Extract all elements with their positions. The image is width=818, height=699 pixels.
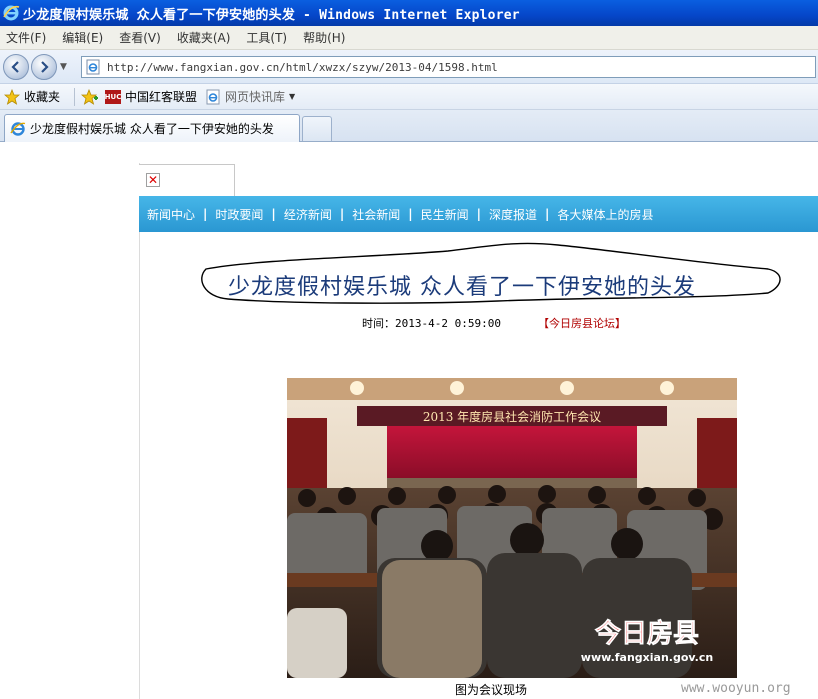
nav-news-center[interactable]: 新闻中心	[147, 206, 195, 223]
internet-explorer-icon	[3, 5, 20, 21]
conference-photo-image: 2013 年度房县社会消防工作会议 今日房县 www.fangxian.gov.…	[287, 378, 737, 678]
nav-society[interactable]: 社会新闻	[352, 206, 400, 223]
nav-separator: |	[545, 207, 550, 221]
address-bar[interactable]: http://www.fangxian.gov.cn/html/xwzx/szy…	[81, 56, 816, 78]
tab-current[interactable]: 少龙度假村娱乐城 众人看了一下伊安她的头发	[4, 114, 300, 142]
web-slice-gallery-label: 网页快讯库	[225, 90, 286, 104]
menu-favorites[interactable]: 收藏夹(A)	[169, 29, 239, 46]
forward-button[interactable]	[31, 54, 57, 80]
arrow-right-icon	[41, 61, 49, 73]
site-nav-bar: 新闻中心 | 时政要闻 | 经济新闻 | 社会新闻 | 民生新闻 | 深度报道 …	[139, 196, 818, 232]
nav-livelihood[interactable]: 民生新闻	[421, 206, 469, 223]
nav-in-depth[interactable]: 深度报道	[489, 206, 537, 223]
publish-date: 时间：2013-4-2 0:59:00	[362, 317, 501, 330]
nav-economy[interactable]: 经济新闻	[284, 206, 332, 223]
article-photo: 2013 年度房县社会消防工作会议 今日房县 www.fangxian.gov.…	[287, 378, 737, 678]
tab-title: 少龙度假村娱乐城 众人看了一下伊安她的头发	[30, 122, 274, 136]
web-slice-gallery-link[interactable]: 网页快讯库 ▼	[205, 88, 295, 105]
tab-strip: 少龙度假村娱乐城 众人看了一下伊安她的头发	[0, 110, 818, 142]
nav-separator: |	[476, 207, 482, 221]
headline-block: 少龙度假村娱乐城 众人看了一下伊安她的头发	[198, 239, 784, 305]
favorite-link-huc[interactable]: HUC 中国红客联盟	[105, 88, 197, 105]
nav-separator: |	[271, 207, 276, 221]
broken-image-placeholder: ✕	[139, 164, 235, 196]
nav-politics[interactable]: 时政要闻	[215, 206, 263, 223]
page-content: ✕ 新闻中心 | 时政要闻 | 经济新闻 | 社会新闻 | 民生新闻 | 深度报…	[0, 143, 818, 699]
favorite-link-huc-label: 中国红客联盟	[125, 90, 198, 104]
ie-page-icon	[205, 89, 221, 105]
article-meta: 时间：2013-4-2 0:59:00 【今日房县论坛】	[362, 315, 626, 331]
photo-logo-text: 今日房县	[595, 618, 699, 649]
window-title-bar: 少龙度假村娱乐城 众人看了一下伊安她的头发 - Windows Internet…	[0, 0, 818, 26]
ie-tab-icon	[10, 121, 26, 136]
broken-image-icon: ✕	[146, 173, 160, 187]
add-favorite-icon[interactable]	[81, 88, 99, 105]
menu-edit[interactable]: 编辑(E)	[54, 29, 111, 46]
menu-help[interactable]: 帮助(H)	[295, 29, 353, 46]
address-url[interactable]: http://www.fangxian.gov.cn/html/xwzx/szy…	[107, 61, 498, 74]
chevron-down-icon: ▼	[289, 92, 296, 101]
huc-logo-icon: HUC	[105, 89, 121, 104]
meeting-banner-text: 2013 年度房县社会消防工作会议	[423, 409, 601, 424]
navigation-bar: ▼ http://www.fangxian.gov.cn/html/xwzx/s…	[0, 50, 818, 84]
favorites-button[interactable]: 收藏夹	[4, 88, 60, 105]
nav-separator: |	[203, 207, 208, 221]
page-icon	[86, 59, 100, 75]
back-button[interactable]	[3, 54, 29, 80]
photo-caption: 图为会议现场	[455, 683, 528, 697]
new-tab-button[interactable]	[302, 116, 332, 141]
window-title: 少龙度假村娱乐城 众人看了一下伊安她的头发 - Windows Internet…	[23, 7, 520, 23]
favorites-bar: 收藏夹 HUC 中国红客联盟 网页快讯库 ▼	[0, 84, 818, 110]
star-icon	[4, 88, 20, 105]
photo-logo-url: www.fangxian.gov.cn	[581, 651, 713, 664]
nav-separator: |	[339, 207, 345, 221]
recent-pages-dropdown-icon[interactable]: ▼	[60, 62, 67, 72]
menu-view[interactable]: 查看(V)	[111, 29, 169, 46]
nav-separator: |	[408, 207, 413, 221]
favorites-separator	[74, 87, 76, 106]
nav-media-coverage[interactable]: 各大媒体上的房县	[557, 206, 653, 223]
menu-file[interactable]: 文件(F)	[0, 29, 54, 46]
article-headline: 少龙度假村娱乐城 众人看了一下伊安她的头发	[228, 275, 696, 300]
watermark: www.wooyun.org	[681, 681, 791, 696]
favorites-label: 收藏夹	[24, 90, 61, 104]
menu-bar: 文件(F) 编辑(E) 查看(V) 收藏夹(A) 工具(T) 帮助(H)	[0, 26, 818, 50]
page-border	[139, 163, 140, 699]
forum-link[interactable]: 【今日房县论坛】	[538, 315, 626, 331]
arrow-left-icon	[11, 61, 19, 73]
menu-tools[interactable]: 工具(T)	[238, 29, 295, 46]
